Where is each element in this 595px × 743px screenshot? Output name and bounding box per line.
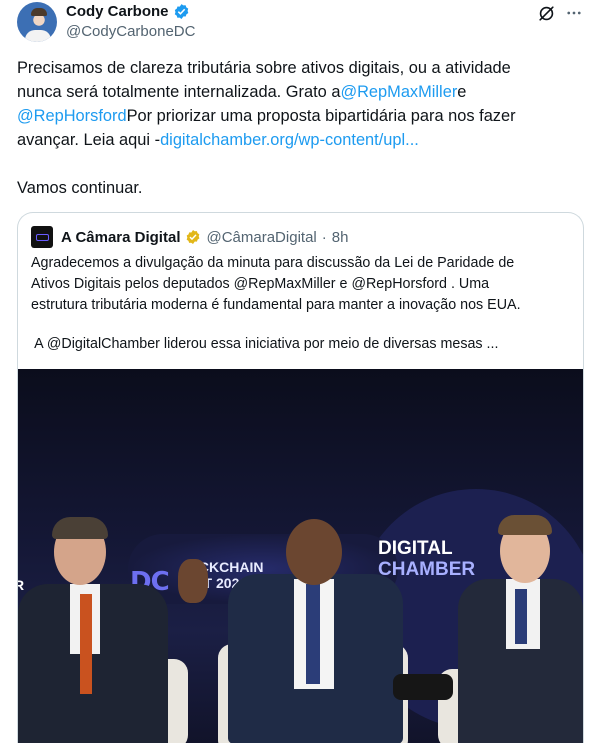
tweet-line: Precisamos de clareza tributária sobre a… bbox=[17, 59, 511, 77]
tweet-line: Vamos continuar. bbox=[17, 179, 143, 197]
quoted-timestamp[interactable]: 8h bbox=[332, 229, 349, 246]
mention-rep-max-miller[interactable]: @RepMaxMiller bbox=[340, 83, 457, 101]
chamber-sign-line1: DIGITAL bbox=[378, 538, 453, 559]
quoted-tweet-card[interactable]: A Câmara Digital @CâmaraDigital · 8h Agr… bbox=[17, 212, 584, 743]
quoted-line: Agradecemos a divulgação da minuta para … bbox=[31, 255, 515, 271]
tweet-line: avançar. Leia aqui -digitalchamber.org/w… bbox=[17, 128, 577, 152]
gold-verified-badge-icon bbox=[187, 230, 200, 244]
tweet-text-segment: avançar. Leia aqui - bbox=[17, 131, 161, 149]
tweet-link[interactable]: digitalchamber.org/wp-content/upl... bbox=[160, 131, 419, 149]
quoted-display-name[interactable]: A Câmara Digital bbox=[61, 229, 180, 246]
more-icon[interactable] bbox=[565, 4, 583, 22]
digital-chamber-logo-icon[interactable] bbox=[31, 226, 53, 248]
author-name-row: Cody Carbone bbox=[66, 3, 190, 20]
author-display-name[interactable]: Cody Carbone bbox=[66, 3, 169, 20]
separator-dot: · bbox=[321, 228, 327, 246]
tweet-line: nunca será totalmente internalizada. Gra… bbox=[17, 80, 577, 104]
chamber-sign-line2: CHAMBER bbox=[378, 559, 476, 580]
tweet-text-segment: e bbox=[457, 83, 467, 101]
tweet-text: Precisamos de clareza tributária sobre a… bbox=[17, 56, 577, 200]
tweet-blank-line bbox=[17, 152, 577, 176]
quoted-line: estrutura tributária moderna é fundament… bbox=[31, 297, 521, 313]
tweet-line: @RepHorsfordPor priorizar uma proposta b… bbox=[17, 104, 577, 128]
author-handle[interactable]: @CodyCarboneDC bbox=[66, 23, 195, 40]
quoted-line: Ativos Digitais pelos deputados @RepMaxM… bbox=[31, 276, 490, 292]
author-avatar[interactable] bbox=[17, 2, 57, 42]
grok-icon[interactable] bbox=[537, 4, 556, 23]
tweet-text-segment: nunca será totalmente internalizada. Gra… bbox=[17, 83, 341, 101]
mention-rep-horsford[interactable]: @RepHorsford bbox=[17, 107, 127, 125]
quoted-tweet-text: Agradecemos a divulgação da minuta para … bbox=[31, 253, 571, 355]
quoted-media-photo[interactable]: DC OCKCHAIN MIT 2026 DIGITAL CHAMBER R D… bbox=[18, 369, 583, 743]
tweet-text-segment: Por priorizar uma proposta bipartidária … bbox=[126, 107, 516, 125]
quoted-handle[interactable]: @CâmaraDigital bbox=[206, 229, 316, 246]
quoted-tweet-header: A Câmara Digital @CâmaraDigital · 8h bbox=[31, 226, 348, 248]
quoted-line: A @DigitalChamber liderou essa iniciativ… bbox=[31, 336, 499, 352]
verified-badge-icon bbox=[174, 4, 188, 19]
edge-sign: R bbox=[18, 577, 24, 593]
